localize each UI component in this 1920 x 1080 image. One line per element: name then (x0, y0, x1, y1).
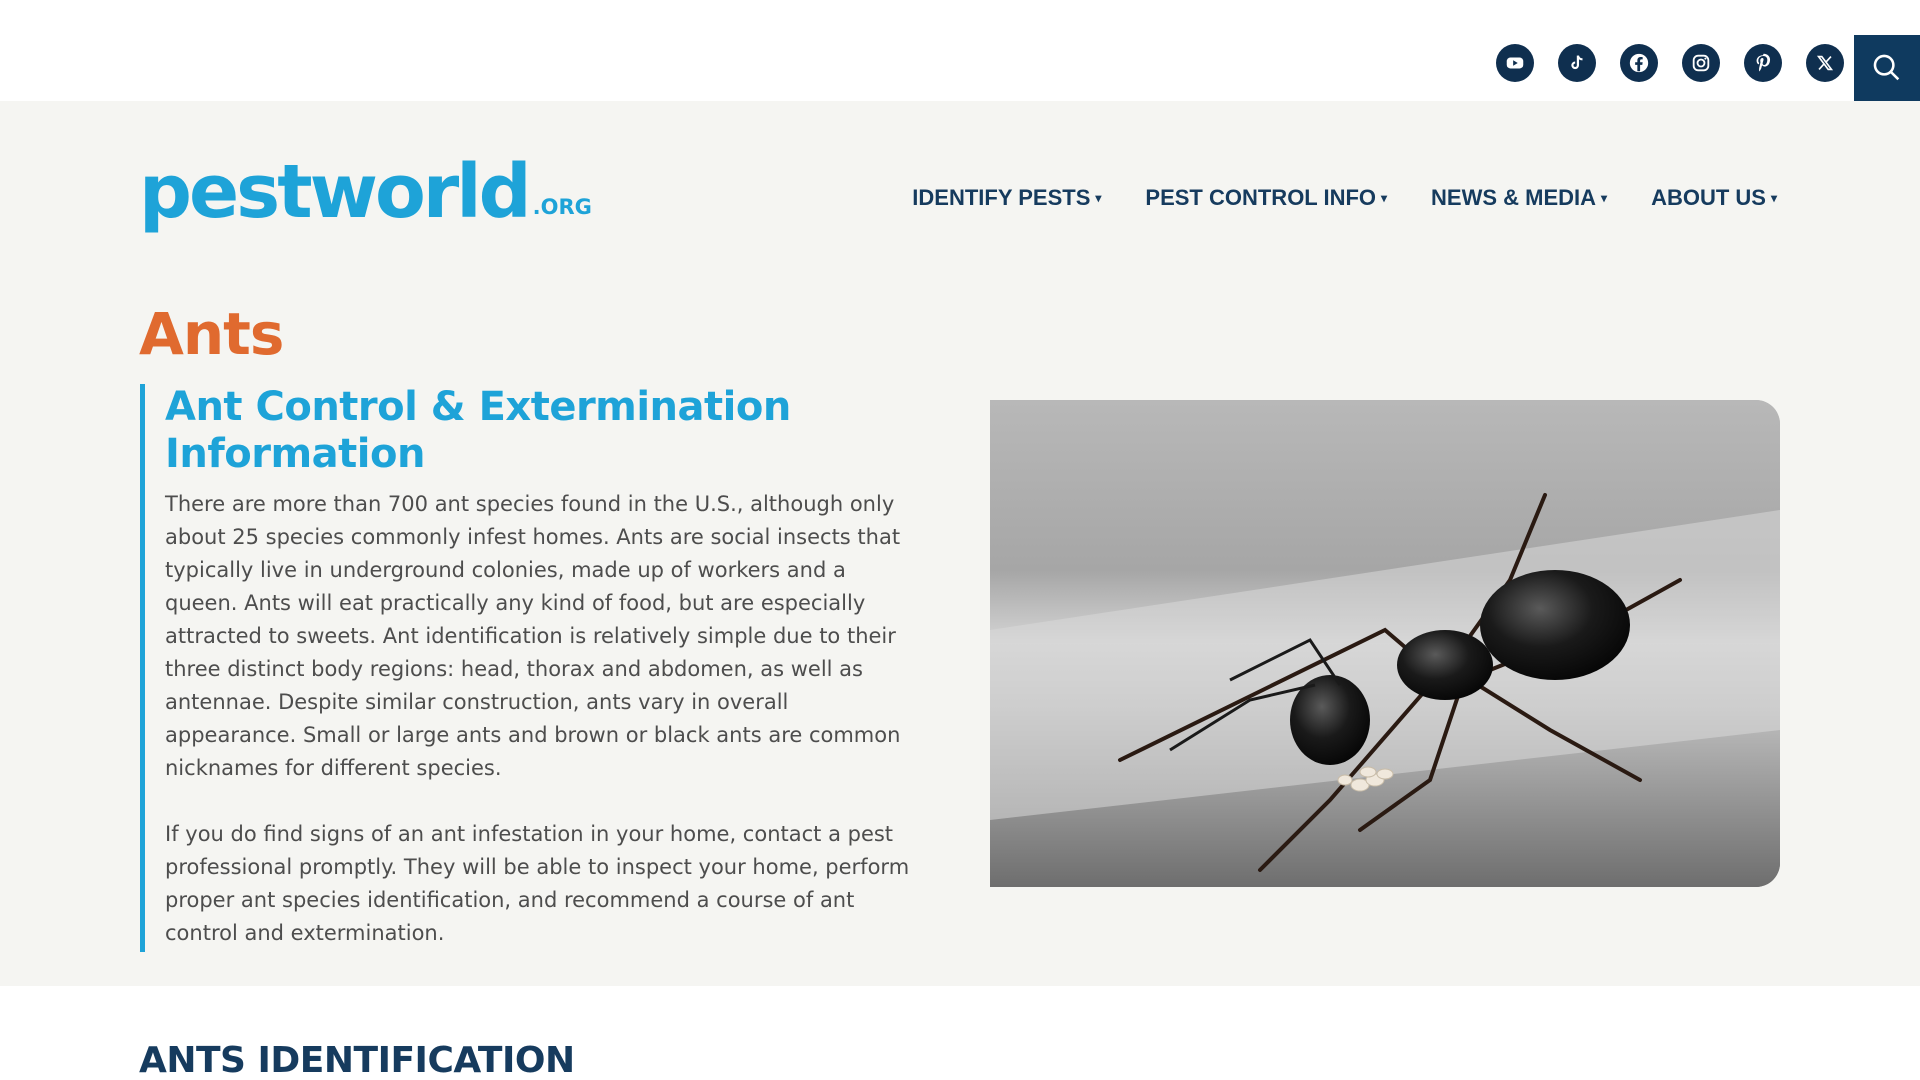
site-logo[interactable]: pestworld .ORG (139, 149, 592, 229)
facebook-icon[interactable] (1620, 44, 1658, 82)
page-subtitle: Ant Control & Extermination Information (165, 384, 791, 477)
search-button[interactable] (1854, 35, 1920, 101)
search-icon (1873, 54, 1900, 81)
tiktok-icon[interactable] (1558, 44, 1596, 82)
pinterest-icon[interactable] (1744, 44, 1782, 82)
caret-down-icon: ▾ (1095, 191, 1102, 205)
nav-identify-pests[interactable]: IDENTIFY PESTS ▾ (912, 185, 1101, 211)
ant-photo (990, 400, 1780, 887)
caret-down-icon: ▾ (1381, 191, 1388, 205)
nav-label: PEST CONTROL INFO (1145, 185, 1377, 210)
instagram-icon[interactable] (1682, 44, 1720, 82)
ant-image (990, 400, 1780, 887)
main-nav: IDENTIFY PESTS ▾ PEST CONTROL INFO ▾ NEW… (912, 185, 1777, 211)
intro-content: Ant Control & Extermination Information … (140, 384, 920, 952)
nav-label: ABOUT US (1651, 185, 1766, 210)
nav-label: NEWS & MEDIA (1431, 185, 1597, 210)
nav-pest-control-info[interactable]: PEST CONTROL INFO ▾ (1145, 185, 1387, 211)
top-bar (0, 0, 1920, 101)
nav-about-us[interactable]: ABOUT US ▾ (1651, 185, 1777, 211)
nav-label: IDENTIFY PESTS (912, 185, 1091, 210)
nav-news-media[interactable]: NEWS & MEDIA ▾ (1431, 185, 1607, 211)
section-title: ANTS IDENTIFICATION (139, 1040, 575, 1080)
youtube-icon[interactable] (1496, 44, 1534, 82)
intro-paragraph: There are more than 700 ant species foun… (165, 492, 901, 780)
page-title: Ants (139, 300, 284, 368)
logo-suffix: .ORG (532, 195, 592, 219)
logo-wordmark: pestworld (139, 149, 532, 235)
caret-down-icon: ▾ (1770, 191, 1777, 205)
caret-down-icon: ▾ (1601, 191, 1608, 205)
x-icon[interactable] (1806, 44, 1844, 82)
intro-paragraph: If you do find signs of an ant infestati… (165, 822, 910, 945)
